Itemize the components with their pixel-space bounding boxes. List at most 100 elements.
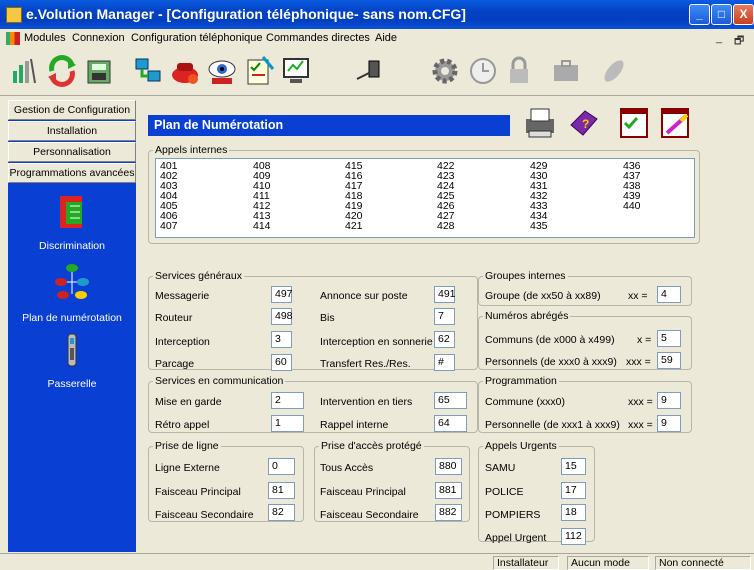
eye-icon[interactable] — [205, 54, 239, 88]
briefcase-icon[interactable] — [549, 54, 583, 88]
appels-internes-list[interactable]: 401 402 403 404 405 406 407 408 409 410 … — [155, 158, 695, 238]
ligne-externe-field[interactable]: 0 — [268, 458, 295, 475]
acces-faisceau-principal-field[interactable]: 881 — [435, 482, 462, 499]
monitor-icon[interactable] — [279, 54, 313, 88]
bis-label: Bis — [320, 312, 335, 324]
list-item[interactable]: 435 — [530, 221, 548, 232]
groupe-field[interactable]: 4 — [657, 286, 681, 303]
annonce-poste-field[interactable]: 491 — [434, 286, 456, 303]
maximize-button[interactable]: □ — [711, 4, 732, 25]
services-generaux-legend: Services généraux — [155, 270, 242, 282]
interception-field[interactable]: 3 — [271, 331, 292, 348]
pompiers-field[interactable]: 18 — [561, 504, 586, 521]
intervention-tiers-field[interactable]: 65 — [434, 392, 467, 409]
mdi-document-icon[interactable] — [6, 32, 20, 45]
window-title: e.Volution Manager - [Configuration télé… — [26, 6, 466, 22]
acces-faisceau-principal-label: Faisceau Principal — [320, 486, 406, 498]
transfert-label: Transfert Res./Res. — [320, 358, 411, 370]
menu-modules[interactable]: Modules — [24, 32, 66, 44]
edit-icon[interactable] — [659, 105, 693, 141]
pen-icon[interactable] — [597, 54, 631, 88]
fax-icon[interactable] — [82, 54, 116, 88]
acces-faisceau-secondaire-field[interactable]: 882 — [435, 504, 462, 521]
nav-personnalisation[interactable]: Personnalisation — [8, 142, 136, 162]
list-item[interactable]: 421 — [345, 221, 363, 232]
ligne-externe-label: Ligne Externe — [155, 462, 220, 474]
list-column: 401 402 403 404 405 406 407 — [160, 161, 178, 232]
groupe-var-label: xx = — [628, 290, 648, 302]
menu-configuration[interactable]: Configuration téléphonique — [131, 32, 263, 44]
phone-network-icon — [55, 262, 89, 302]
nav-passerelle[interactable]: Passerelle — [8, 332, 136, 390]
appel-urgent-field[interactable]: 112 — [561, 528, 586, 545]
routeur-field[interactable]: 498 — [271, 308, 293, 325]
bis-field[interactable]: 7 — [434, 308, 455, 325]
minimize-button[interactable]: _ — [689, 4, 710, 25]
faisceau-secondaire-field[interactable]: 82 — [268, 504, 295, 521]
samu-field[interactable]: 15 — [561, 458, 586, 475]
rappel-interne-field[interactable]: 64 — [434, 415, 467, 432]
menu-commandes[interactable]: Commandes directes — [266, 32, 370, 44]
list-item[interactable]: 428 — [437, 221, 455, 232]
groupe-label: Groupe (de xx50 à xx89) — [485, 290, 601, 302]
interception-sonnerie-field[interactable]: 62 — [434, 331, 455, 348]
nav-gestion-configuration[interactable]: Gestion de Configuration — [8, 100, 136, 120]
tous-acces-field[interactable]: 880 — [435, 458, 462, 475]
list-item[interactable]: 440 — [623, 201, 641, 212]
mdi-minimize-button[interactable]: _ — [716, 32, 722, 44]
menu-bar: Modules Connexion Configuration téléphon… — [0, 29, 754, 48]
commune-field[interactable]: 9 — [657, 392, 681, 409]
groupes-internes-legend: Groupes internes — [485, 270, 566, 282]
status-role: Installateur — [493, 556, 559, 570]
gear-icon[interactable] — [428, 54, 462, 88]
personnelle-label: Personnelle (de xxx1 à xxx9) — [485, 419, 620, 431]
plug-icon[interactable] — [354, 54, 388, 88]
menu-connexion[interactable]: Connexion — [72, 32, 125, 44]
routeur-label: Routeur — [155, 312, 193, 324]
nav-plan-numerotation[interactable]: Plan de numérotation — [8, 262, 136, 324]
lock-icon[interactable] — [502, 54, 536, 88]
transfert-field[interactable]: # — [434, 354, 455, 371]
faisceau-principal-label: Faisceau Principal — [155, 486, 241, 498]
clock-icon[interactable] — [466, 54, 500, 88]
parcage-field[interactable]: 60 — [271, 354, 292, 371]
police-label: POLICE — [485, 486, 524, 498]
police-field[interactable]: 17 — [561, 482, 586, 499]
personnels-var-label: xxx = — [626, 356, 651, 368]
personnels-field[interactable]: 59 — [657, 352, 681, 369]
communs-field[interactable]: 5 — [657, 330, 681, 347]
menu-aide[interactable]: Aide — [375, 32, 397, 44]
list-column: 422 423 424 425 426 427 428 — [437, 161, 455, 232]
close-button[interactable]: X — [733, 4, 754, 25]
personnels-label: Personnels (de xxx0 à xxx9) — [485, 356, 617, 368]
mise-en-garde-field[interactable]: 2 — [271, 392, 304, 409]
nav-programmations-avancees[interactable]: Programmations avancées — [8, 163, 136, 183]
prise-ligne-legend: Prise de ligne — [155, 440, 219, 452]
services-generaux-group: Services généraux — [148, 270, 478, 370]
faisceau-principal-field[interactable]: 81 — [268, 482, 295, 499]
personnelle-field[interactable]: 9 — [657, 415, 681, 432]
nav-installation[interactable]: Installation — [8, 121, 136, 141]
help-book-icon[interactable]: ? — [567, 105, 601, 141]
appels-urgents-legend: Appels Urgents — [485, 440, 557, 452]
messagerie-field[interactable]: 497 — [271, 286, 293, 303]
nav-discrimination[interactable]: Discrimination — [8, 194, 136, 252]
network-icon[interactable] — [131, 54, 165, 88]
faisceau-secondaire-label: Faisceau Secondaire — [155, 509, 254, 521]
recycle-icon[interactable] — [45, 54, 79, 88]
title-bar[interactable]: e.Volution Manager - [Configuration télé… — [0, 0, 754, 29]
apply-check-icon[interactable] — [618, 105, 652, 141]
antenna-icon[interactable] — [8, 54, 42, 88]
checklist-icon[interactable] — [242, 54, 276, 88]
app-window: e.Volution Manager - [Configuration télé… — [0, 0, 754, 570]
list-item[interactable]: 414 — [253, 221, 271, 232]
appels-internes-legend: Appels internes — [155, 144, 228, 156]
status-mode: Aucun mode — [567, 556, 649, 570]
retro-appel-field[interactable]: 1 — [271, 415, 304, 432]
phone-colors-icon[interactable] — [168, 54, 202, 88]
status-connection: Non connecté — [655, 556, 751, 570]
mise-en-garde-label: Mise en garde — [155, 396, 222, 408]
list-item[interactable]: 407 — [160, 221, 178, 232]
printer-icon[interactable] — [523, 105, 557, 141]
tous-acces-label: Tous Accès — [320, 462, 374, 474]
